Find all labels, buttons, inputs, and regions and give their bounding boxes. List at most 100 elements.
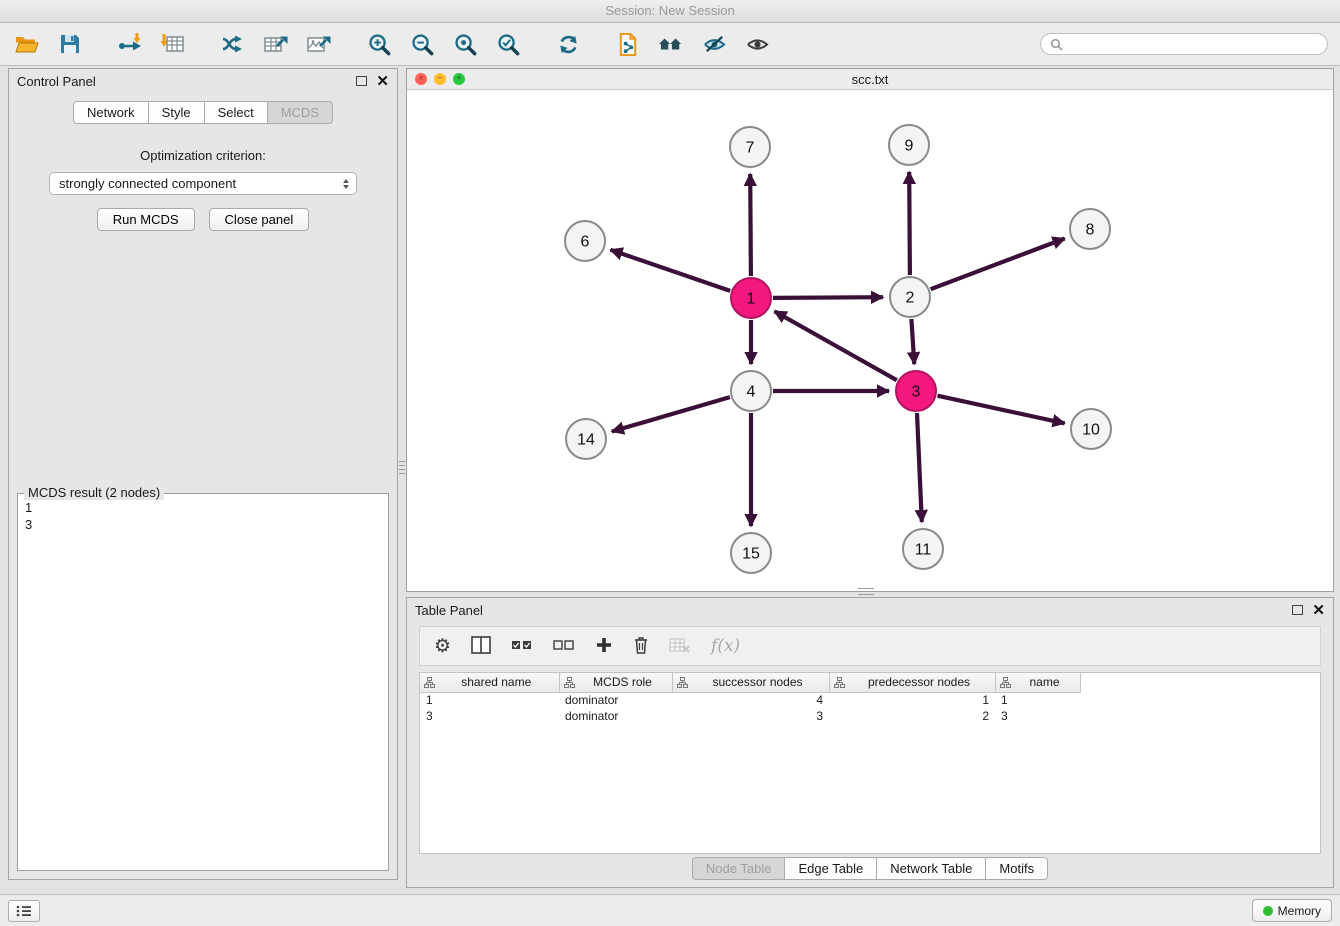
view-group: [613, 29, 772, 59]
zoom-selected-button[interactable]: [493, 29, 523, 59]
search-box[interactable]: [1040, 33, 1328, 55]
graph-edge-1-2[interactable]: [773, 297, 883, 298]
graph-edge-3-10[interactable]: [938, 396, 1065, 424]
tab-style[interactable]: Style: [148, 101, 205, 124]
close-table-panel-icon[interactable]: ✕: [1312, 603, 1325, 618]
table-cell[interactable]: 4: [672, 692, 829, 708]
eye-icon: [745, 33, 770, 56]
delete-column-icon: [669, 637, 691, 653]
table-cell[interactable]: dominator: [559, 692, 672, 708]
graph-edge-1-7[interactable]: [750, 174, 751, 276]
horizontal-splitter-handle[interactable]: [858, 588, 874, 595]
function-builder-button: f(x): [711, 636, 740, 656]
deselect-all-icon: [553, 638, 575, 652]
close-panel-button[interactable]: Close panel: [209, 208, 310, 231]
import-group: [115, 29, 188, 59]
graph-node-label: 7: [746, 140, 755, 157]
deselect-all-button[interactable]: [553, 638, 575, 655]
home-button[interactable]: [656, 29, 686, 59]
column-header-successor-nodes[interactable]: successor nodes: [672, 673, 829, 692]
close-window-button[interactable]: ×: [415, 73, 427, 85]
column-label: successor nodes: [712, 675, 802, 689]
graph-edge-4-14[interactable]: [612, 397, 730, 431]
select-all-button[interactable]: [511, 638, 533, 655]
column-header-MCDS-role[interactable]: MCDS role: [559, 673, 672, 692]
table-settings-button[interactable]: ⚙: [434, 637, 451, 656]
close-panel-icon[interactable]: ✕: [376, 74, 389, 89]
network-window-title: scc.txt: [852, 72, 889, 87]
table-cell[interactable]: 2: [829, 708, 995, 724]
tab-network[interactable]: Network: [73, 101, 149, 124]
tab-select[interactable]: Select: [204, 101, 268, 124]
tab-motifs[interactable]: Motifs: [985, 857, 1048, 880]
graph-node-label: 11: [915, 542, 932, 559]
import-table-button[interactable]: [158, 29, 188, 59]
save-session-button[interactable]: [55, 29, 85, 59]
table-cell[interactable]: 1: [829, 692, 995, 708]
add-row-button[interactable]: [595, 636, 613, 657]
export-network-button[interactable]: [218, 29, 248, 59]
refresh-button[interactable]: [553, 29, 583, 59]
run-mcds-button[interactable]: Run MCDS: [97, 208, 195, 231]
table-cell[interactable]: 1: [420, 692, 559, 708]
image-export-icon: [306, 32, 332, 56]
float-icon: [356, 76, 367, 86]
tab-mcds[interactable]: MCDS: [267, 101, 333, 124]
graph-edge-3-11[interactable]: [917, 413, 922, 522]
column-label: shared name: [461, 675, 531, 689]
graph-edge-2-3[interactable]: [911, 319, 914, 364]
zoom-fit-button[interactable]: [450, 29, 480, 59]
table-row[interactable]: 1dominator411: [420, 692, 1080, 708]
export-image-button[interactable]: [304, 29, 334, 59]
show-hide-button[interactable]: [742, 29, 772, 59]
network-window-titlebar[interactable]: ×−+ scc.txt: [407, 69, 1333, 90]
table-panel-tabs: Node TableEdge TableNetwork TableMotifs: [407, 857, 1333, 880]
tab-network-table[interactable]: Network Table: [876, 857, 986, 880]
table-cell[interactable]: 3: [995, 708, 1080, 724]
network-graph-canvas[interactable]: 7968124314101511: [407, 90, 1333, 592]
graph-edge-3-1[interactable]: [775, 311, 897, 380]
table-row[interactable]: 3dominator323: [420, 708, 1080, 724]
column-header-shared-name[interactable]: shared name: [420, 673, 559, 692]
column-header-name[interactable]: name: [995, 673, 1080, 692]
column-layout-button[interactable]: [471, 636, 491, 657]
zoom-in-button[interactable]: [364, 29, 394, 59]
search-input[interactable]: [1068, 36, 1318, 52]
vertical-splitter-handle[interactable]: [399, 461, 405, 475]
column-type-icon: [564, 677, 575, 691]
mcds-result-line: 1: [25, 499, 381, 516]
optimization-criterion-select[interactable]: strongly connected component: [49, 172, 357, 195]
import-network-button[interactable]: [115, 29, 145, 59]
table-cell[interactable]: dominator: [559, 708, 672, 724]
window-titlebar[interactable]: Session: New Session: [0, 0, 1340, 23]
open-session-button[interactable]: [12, 29, 42, 59]
memory-button[interactable]: Memory: [1252, 899, 1332, 922]
table-cell[interactable]: 3: [672, 708, 829, 724]
export-table-button[interactable]: [261, 29, 291, 59]
delete-row-button[interactable]: [633, 636, 649, 657]
column-header-predecessor-nodes[interactable]: predecessor nodes: [829, 673, 995, 692]
zoom-window-button[interactable]: +: [453, 73, 465, 85]
table-cell[interactable]: 3: [420, 708, 559, 724]
float-table-panel-button[interactable]: [1292, 603, 1303, 618]
table-export-icon: [263, 32, 289, 56]
graph-node-label: 1: [747, 291, 756, 308]
minimize-window-button[interactable]: −: [434, 73, 446, 85]
tab-edge-table[interactable]: Edge Table: [784, 857, 877, 880]
graph-node-label: 2: [906, 290, 915, 307]
graph-edge-2-8[interactable]: [931, 239, 1065, 290]
mcds-result-title: MCDS result (2 nodes): [24, 485, 164, 500]
network-list-button[interactable]: [8, 900, 40, 922]
zoom-out-button[interactable]: [407, 29, 437, 59]
network-arrows-icon: [220, 32, 246, 56]
column-layout-icon: [471, 636, 491, 654]
mcds-result-list[interactable]: 13: [18, 494, 388, 538]
graph-edge-2-9[interactable]: [909, 172, 910, 275]
table-cell[interactable]: 1: [995, 692, 1080, 708]
file-group: [12, 29, 85, 59]
graph-edge-1-6[interactable]: [611, 250, 731, 291]
visual-style-button[interactable]: [699, 29, 729, 59]
float-panel-button[interactable]: [356, 74, 367, 89]
tab-node-table[interactable]: Node Table: [692, 857, 786, 880]
copy-view-button[interactable]: [613, 29, 643, 59]
